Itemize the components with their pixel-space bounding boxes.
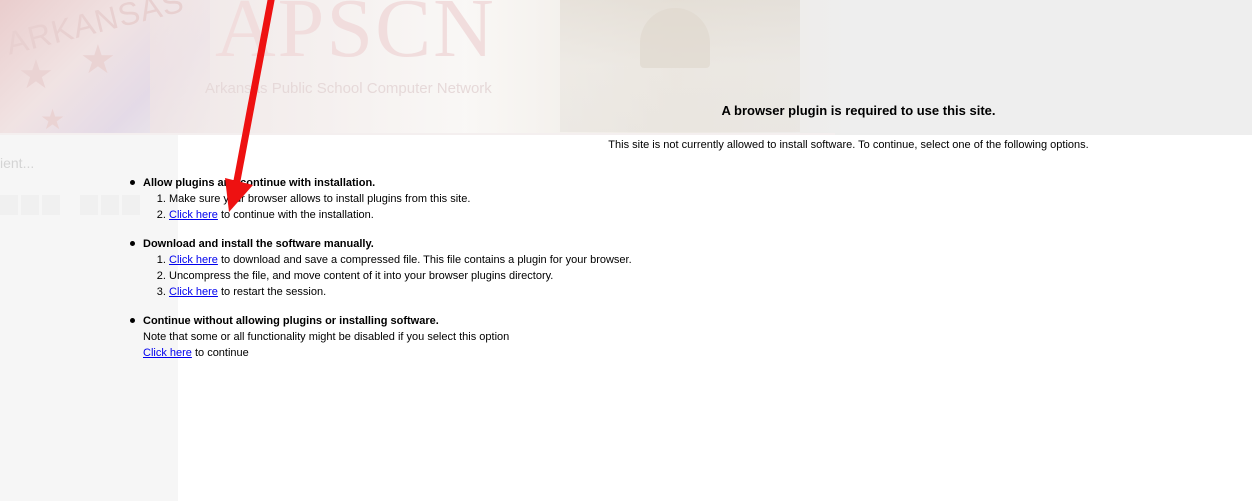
continue-without-plugins-link[interactable]: Click here xyxy=(143,347,192,359)
continue-suffix: to continue xyxy=(191,347,249,359)
option-heading: Continue without allowing plugins or ins… xyxy=(143,315,439,327)
flag-star-icon: ★ xyxy=(18,52,54,98)
option-allow-plugins: Allow plugins and continue with installa… xyxy=(129,175,632,223)
step-item: Click here to restart the session. xyxy=(169,284,632,300)
apscn-logo-subtitle: Arkansas Public School Computer Network xyxy=(205,80,492,97)
options-list: Allow plugins and continue with installa… xyxy=(129,175,632,374)
step-text: Make sure your browser allows to install… xyxy=(169,193,471,205)
step-item: Click here to download and save a compre… xyxy=(169,252,632,268)
step-item: Make sure your browser allows to install… xyxy=(169,191,632,207)
option-note: Note that some or all functionality migh… xyxy=(143,331,510,343)
step-item: Uncompress the file, and move content of… xyxy=(169,268,632,284)
step-text: to download and save a compressed file. … xyxy=(217,254,632,266)
continue-line: Click here to continue xyxy=(143,345,632,361)
download-plugin-link[interactable]: Click here xyxy=(169,254,218,266)
option-steps: Click here to download and save a compre… xyxy=(143,252,632,300)
apscn-logo: APSCN xyxy=(215,0,496,75)
flag-star-icon: ★ xyxy=(80,37,116,83)
option-continue-without: Continue without allowing plugins or ins… xyxy=(129,313,632,361)
progress-block xyxy=(42,195,60,215)
page-title: A browser plugin is required to use this… xyxy=(721,103,996,118)
loading-progress xyxy=(0,195,140,215)
progress-block xyxy=(21,195,39,215)
progress-block xyxy=(0,195,18,215)
page-subtitle: This site is not currently allowed to in… xyxy=(608,139,1089,151)
progress-block xyxy=(80,195,98,215)
option-heading: Download and install the software manual… xyxy=(143,238,374,250)
page: ARKANSAS ★ ★ ★ APSCN Arkansas Public Sch… xyxy=(0,0,1252,501)
step-text: Uncompress the file, and move content of… xyxy=(169,270,554,282)
progress-gap xyxy=(63,195,77,215)
option-steps: Make sure your browser allows to install… xyxy=(143,191,632,223)
restart-session-link[interactable]: Click here xyxy=(169,286,218,298)
step-item: Click here to continue with the installa… xyxy=(169,207,632,223)
step-text: to continue with the installation. xyxy=(217,209,374,221)
loading-text: ient... xyxy=(0,155,35,171)
option-manual-install: Download and install the software manual… xyxy=(129,236,632,300)
continue-installation-link[interactable]: Click here xyxy=(169,209,218,221)
option-heading: Allow plugins and continue with installa… xyxy=(143,177,376,189)
progress-block xyxy=(101,195,119,215)
step-text: to restart the session. xyxy=(217,286,327,298)
